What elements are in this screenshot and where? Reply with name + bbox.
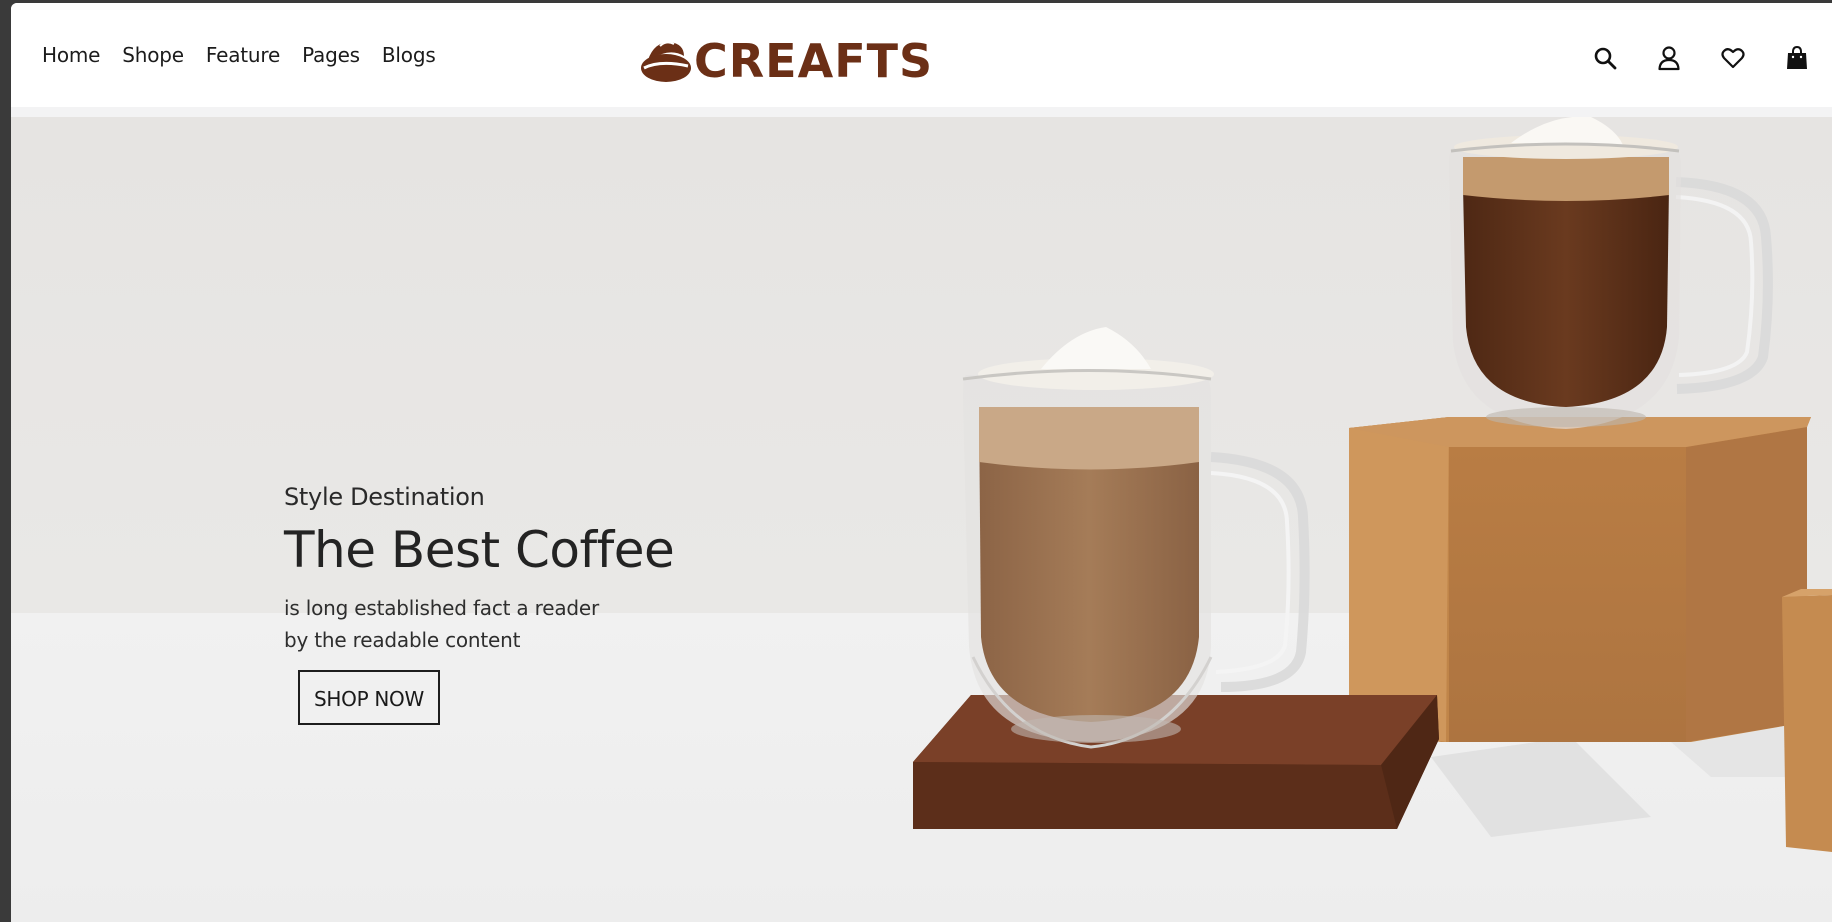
hero-headline: The Best Coffee	[284, 521, 675, 579]
espresso-mug	[1449, 117, 1773, 429]
page: Home Shope Feature Pages Blogs CREAFTS S…	[11, 3, 1832, 922]
hero-eyebrow: Style Destination	[284, 483, 485, 511]
nav-item-blogs[interactable]: Blogs	[382, 43, 436, 67]
latte-mug	[962, 327, 1310, 749]
browser-frame: Home Shope Feature Pages Blogs CREAFTS S…	[0, 0, 1832, 922]
hero-description: is long established fact a reader by the…	[284, 596, 600, 652]
site-header: Home Shope Feature Pages Blogs CREAFTS	[11, 3, 1832, 117]
logo-text: CREAFTS	[694, 33, 934, 88]
shop-now-button[interactable]: SHOP NOW	[298, 670, 440, 725]
user-icon[interactable]	[1656, 45, 1682, 71]
nav-item-feature[interactable]: Feature	[206, 43, 280, 67]
nav-item-home[interactable]: Home	[42, 43, 100, 67]
hero-content: Style Destination The Best Coffee is lon…	[284, 483, 784, 725]
main-nav: Home Shope Feature Pages Blogs	[42, 43, 436, 67]
search-icon[interactable]	[1592, 45, 1618, 71]
nav-item-pages[interactable]: Pages	[302, 43, 360, 67]
heart-icon[interactable]	[1720, 45, 1746, 71]
header-icons	[1592, 45, 1810, 71]
site-logo[interactable]: CREAFTS	[640, 33, 933, 88]
hero-banner: Style Destination The Best Coffee is lon…	[11, 117, 1832, 922]
coffee-bean-logo-icon	[641, 40, 691, 82]
nav-item-shope[interactable]: Shope	[122, 43, 184, 67]
shopping-bag-icon[interactable]	[1784, 45, 1810, 71]
